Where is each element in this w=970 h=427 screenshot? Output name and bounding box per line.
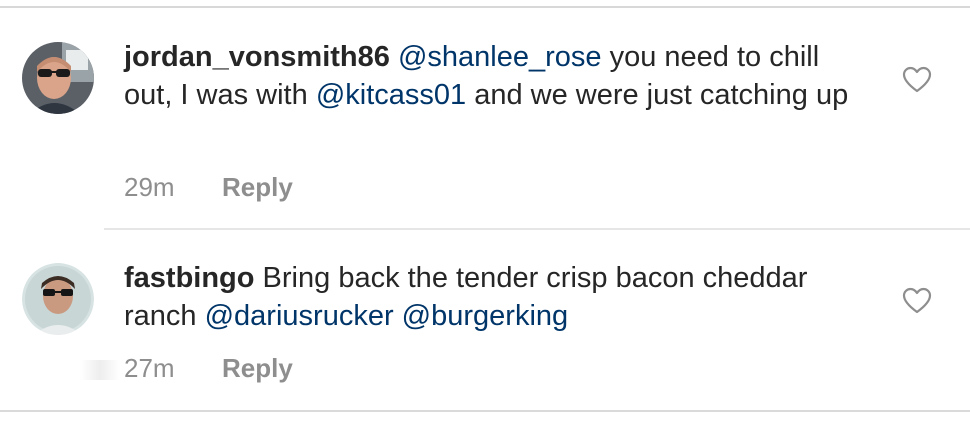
comment-timestamp: 29m <box>124 172 175 202</box>
comment-meta: 29m Reply <box>124 172 293 203</box>
comment-body-text <box>394 300 402 332</box>
comment-item: jordan_vonsmith86 @shanlee_rose you need… <box>0 30 970 220</box>
comments-panel: jordan_vonsmith86 @shanlee_rose you need… <box>0 0 970 427</box>
mention-link[interactable]: @shanlee_rose <box>398 41 602 73</box>
bottom-divider <box>0 410 970 412</box>
reply-button[interactable]: Reply <box>222 353 293 383</box>
comment-text: jordan_vonsmith86 @shanlee_rose you need… <box>124 38 864 114</box>
avatar[interactable] <box>22 42 94 114</box>
comment-username[interactable]: jordan_vonsmith86 <box>124 41 390 73</box>
comment-timestamp: 27m <box>124 353 175 383</box>
mention-link[interactable]: @dariusrucker <box>205 300 394 332</box>
comment-divider <box>104 228 970 230</box>
comment-body-text: and we were just catching up <box>466 79 849 111</box>
comment-item: fastbingo Bring back the tender crisp ba… <box>0 255 970 405</box>
comment-text: fastbingo Bring back the tender crisp ba… <box>124 259 864 335</box>
comment-username[interactable]: fastbingo <box>124 262 255 294</box>
mention-link[interactable]: @burgerking <box>402 300 568 332</box>
heart-outline-icon[interactable] <box>902 66 932 94</box>
comment-meta: 27m Reply <box>124 353 293 384</box>
heart-outline-icon[interactable] <box>902 287 932 315</box>
image-artifact <box>80 360 120 380</box>
reply-button[interactable]: Reply <box>222 172 293 202</box>
top-divider <box>0 6 970 8</box>
avatar[interactable] <box>22 263 94 335</box>
mention-link[interactable]: @kitcass01 <box>316 79 466 111</box>
